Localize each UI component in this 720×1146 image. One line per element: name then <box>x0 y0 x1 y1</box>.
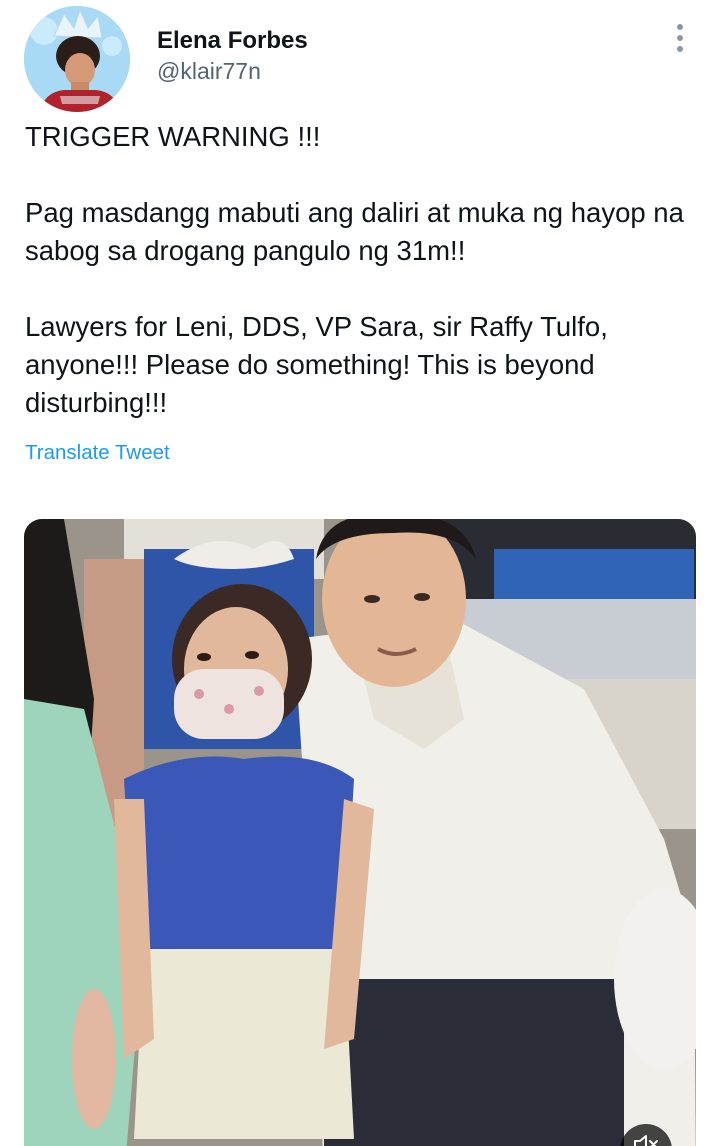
avatar-illustration <box>24 6 130 112</box>
tweet-text: TRIGGER WARNING !!! Pag masdangg mabuti … <box>25 118 700 422</box>
volume-muted-icon <box>634 1135 658 1146</box>
more-vertical-icon <box>677 24 683 52</box>
tweet: Elena Forbes @klair77n TRIGGER WARNING !… <box>0 0 720 1146</box>
translate-tweet-link[interactable]: Translate Tweet <box>25 438 170 468</box>
avatar[interactable] <box>24 6 130 112</box>
tweet-paragraph: Lawyers for Leni, DDS, VP Sara, sir Raff… <box>25 311 608 418</box>
tweet-paragraph: Pag masdangg mabuti ang daliri at muka n… <box>25 197 684 266</box>
more-options-button[interactable] <box>665 18 695 58</box>
video-frame <box>24 519 696 1146</box>
author-info[interactable]: Elena Forbes @klair77n <box>157 26 308 86</box>
display-name[interactable]: Elena Forbes <box>157 26 308 56</box>
tweet-media-video[interactable] <box>24 519 696 1146</box>
user-handle[interactable]: @klair77n <box>157 56 308 86</box>
tweet-paragraph: TRIGGER WARNING !!! <box>25 121 321 152</box>
